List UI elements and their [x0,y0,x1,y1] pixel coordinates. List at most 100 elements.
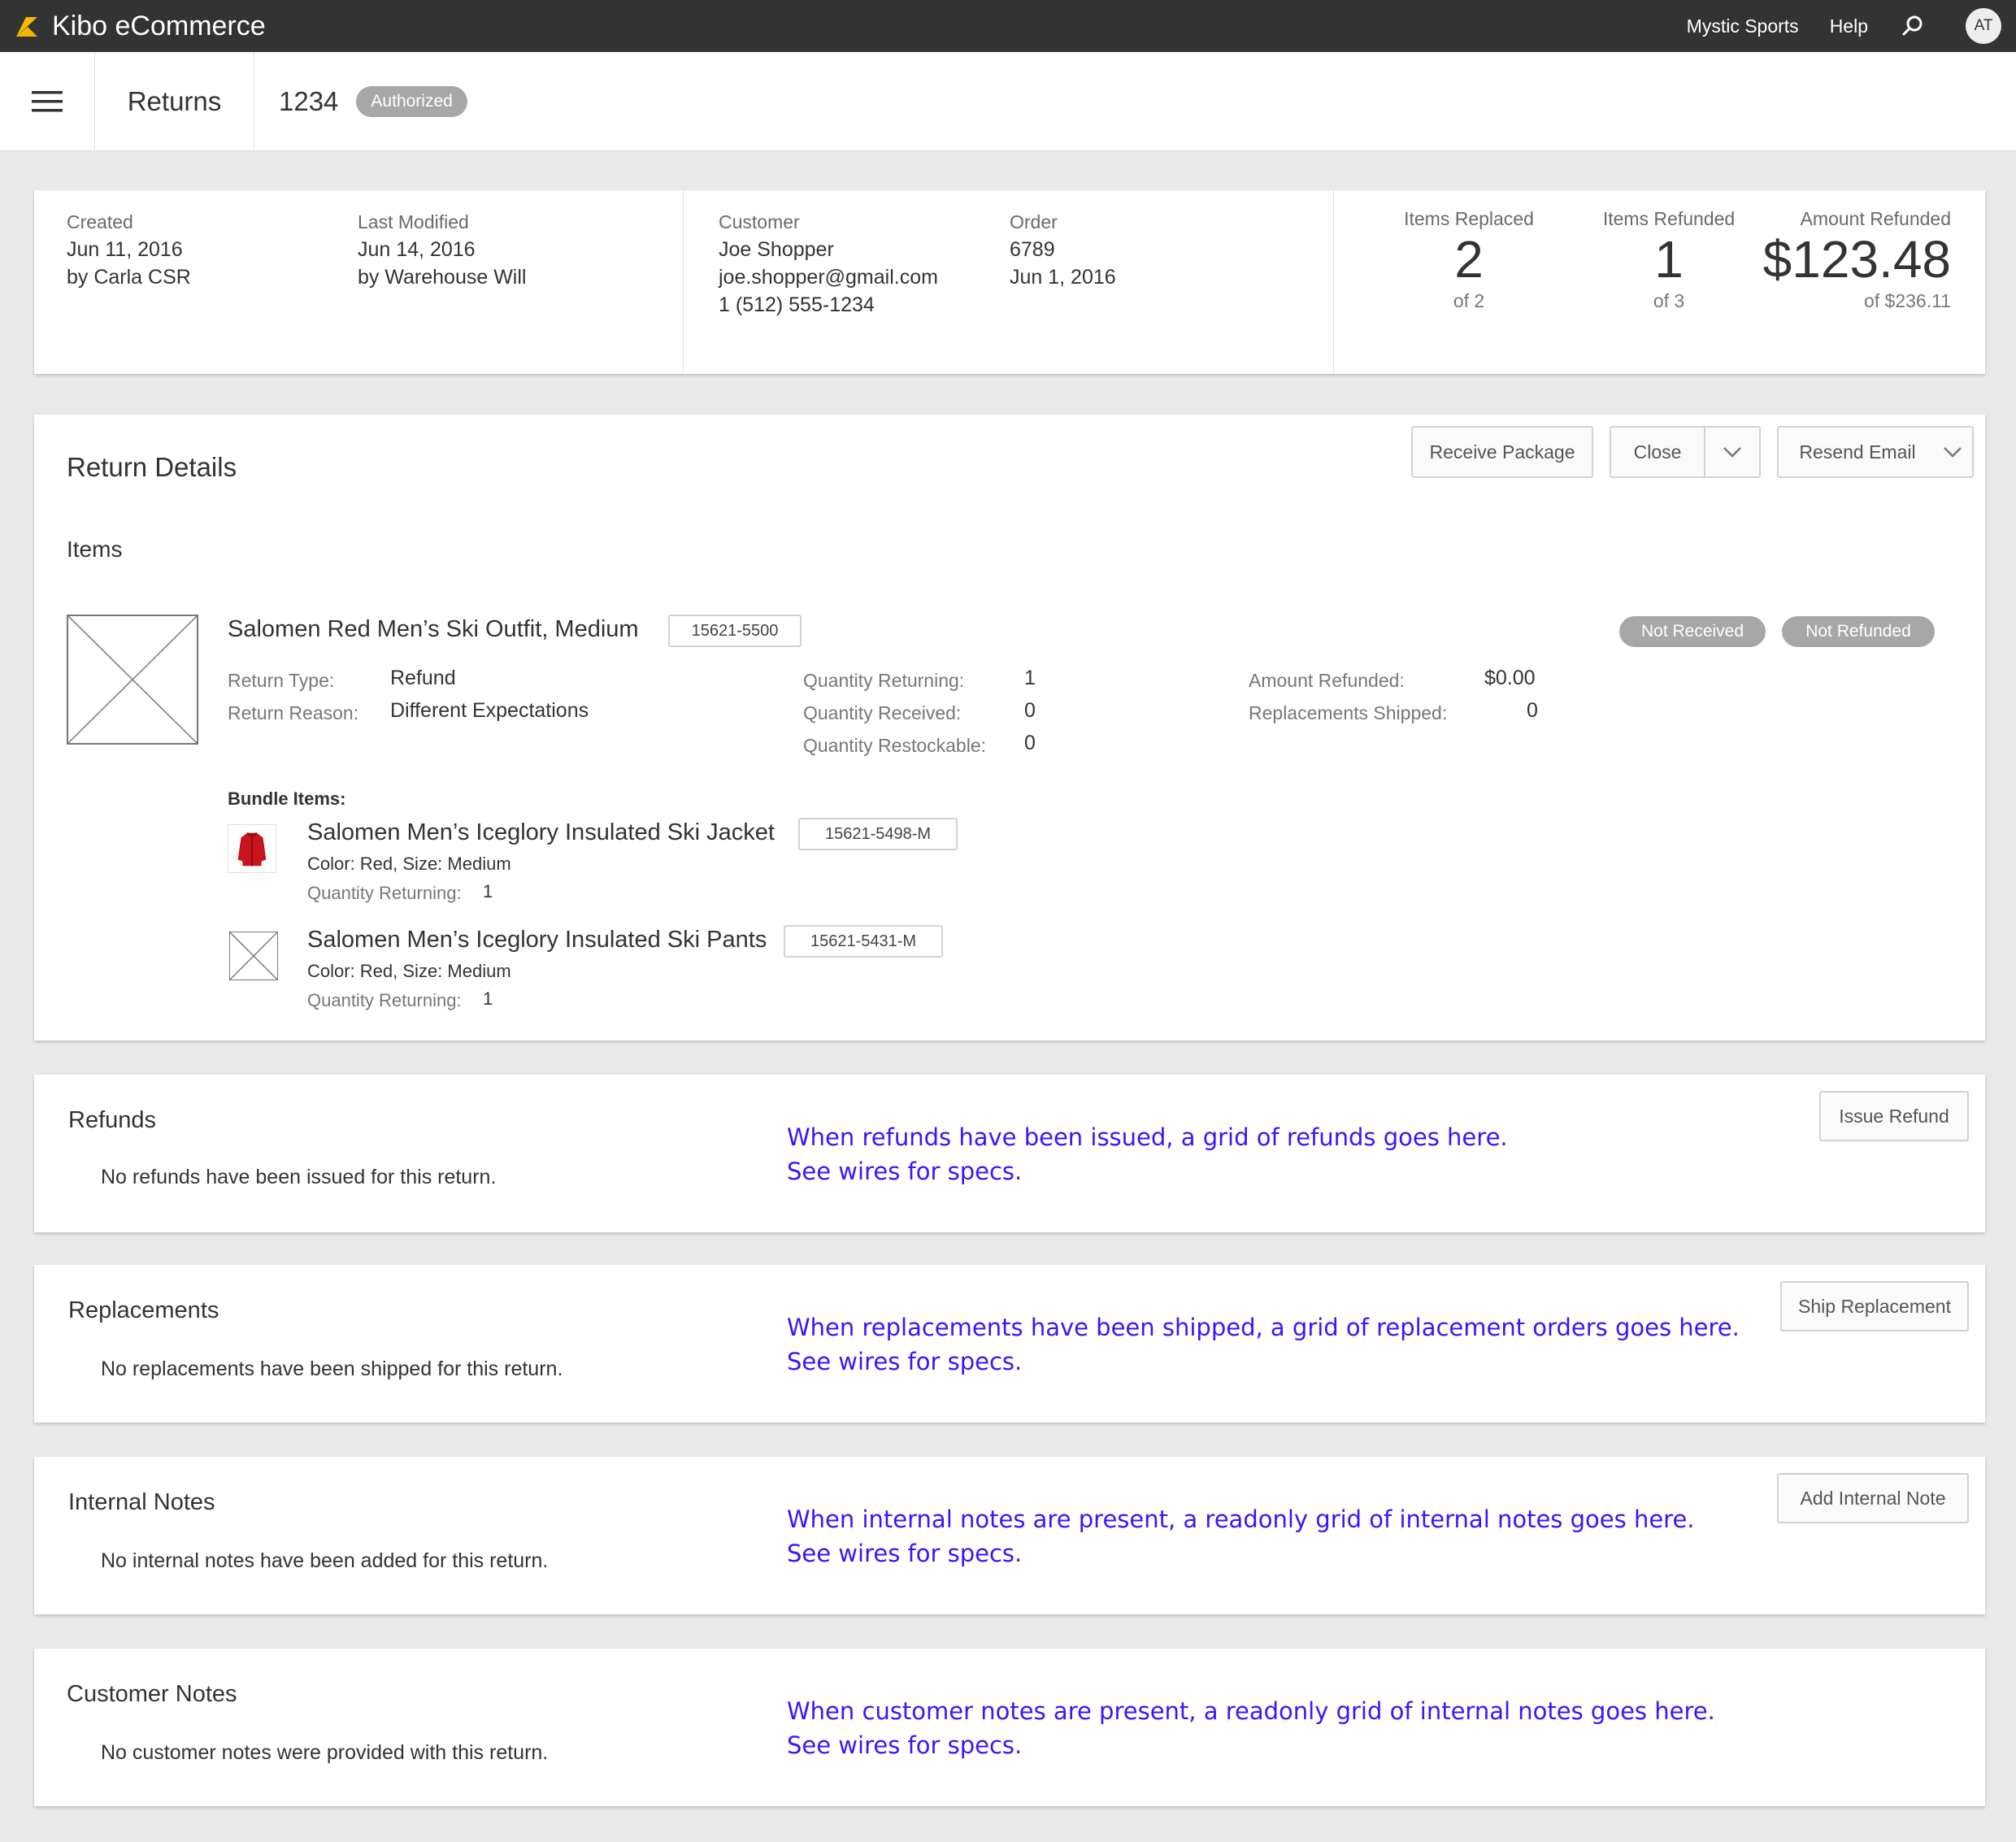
qty-returning-label: Quantity Returning: [803,670,965,691]
return-type-value: Refund [390,667,456,689]
created-date: Jun 11, 2016 [67,238,183,261]
items-replaced-of: of 2 [1453,290,1485,311]
placeholder-image-icon [229,932,278,980]
kibo-logo-icon [16,17,37,37]
sku-badge: 15621-5500 [668,615,802,647]
hamburger-icon [32,90,63,111]
top-bar: Kibo eCommerce Mystic Sports Help AT [0,0,2016,52]
section-title: Internal Notes [68,1489,215,1515]
customer-email[interactable]: joe.shopper@gmail.com [719,263,938,291]
help-link[interactable]: Help [1830,15,1868,37]
customer-phone: 1 (512) 555-1234 [719,293,875,316]
section-title: Refunds [68,1107,157,1133]
chevron-down-icon[interactable] [1936,428,1969,476]
avatar[interactable]: AT [1966,8,2001,44]
return-reason-value: Different Expectations [390,699,589,722]
items-refunded-label: Items Refunded [1602,208,1736,229]
amount-refunded-value: $0.00 [1484,667,1536,689]
section-title: Replacements [68,1297,219,1323]
bundle-item-name[interactable]: Salomen Men’s Iceglory Insulated Ski Jac… [307,819,775,846]
brand[interactable]: Kibo eCommerce [15,11,266,42]
bundle-item-name[interactable]: Salomen Men’s Iceglory Insulated Ski Pan… [307,927,767,954]
close-button-label[interactable]: Close [1611,428,1704,476]
items-replaced-stat: Items Replaced 2 of 2 [1367,208,1571,313]
annotation-line: When replacements have been shipped, a g… [787,1314,1740,1341]
wireframe-annotation: When customer notes are present, a reado… [787,1694,1715,1762]
amount-refunded-label: Amount Refunded: [1249,670,1405,691]
order-number[interactable]: 6789 [1010,236,1116,263]
bundle-qty-value: 1 [483,988,493,1009]
receive-package-button[interactable]: Receive Package [1411,426,1593,478]
bundle-qty-value: 1 [483,881,493,901]
wireframe-annotation: When refunds have been issued, a grid of… [787,1120,1508,1188]
modified-label: Last Modified [358,211,469,232]
modified-info: Last Modified Jun 14, 2016 by Warehouse … [358,208,526,291]
menu-button[interactable] [0,51,95,151]
divider [1333,190,1334,374]
search-icon[interactable] [1901,14,1925,38]
empty-message: No refunds have been issued for this ret… [101,1166,497,1188]
created-info: Created Jun 11, 2016 by Carla CSR [67,208,191,291]
summary-card: Created Jun 11, 2016 by Carla CSR Last M… [34,190,1985,374]
refunds-card: Refunds No refunds have been issued for … [34,1075,1985,1232]
created-label: Created [67,211,133,232]
return-type-label: Return Type: [228,670,335,691]
annotation-line: See wires for specs. [787,1540,1023,1567]
items-heading: Items [67,537,123,562]
return-id: 1234 [279,85,339,116]
replacements-card: Replacements No replacements have been s… [34,1265,1985,1423]
qty-returning-value: 1 [1024,667,1036,689]
amount-refunded-value: $123.48 [1762,230,1951,289]
item-name[interactable]: Salomen Red Men’s Ski Outfit, Medium [228,616,639,643]
jacket-image [228,824,276,873]
resend-email-button[interactable]: Resend Email [1777,426,1974,478]
wireframe-annotation: When internal notes are present, a reado… [787,1502,1695,1570]
internal-notes-card: Internal Notes No internal notes have be… [34,1457,1985,1614]
order-label: Order [1010,211,1058,232]
amount-refunded-stat: Amount Refunded $123.48 of $236.11 [1741,208,1951,313]
order-date: Jun 1, 2016 [1010,266,1116,289]
not-refunded-badge: Not Refunded [1782,616,1935,647]
section-title: Return Details [67,452,237,482]
order-info: Order 6789 Jun 1, 2016 [1010,208,1116,291]
status-badge: Authorized [356,85,467,117]
replacements-shipped-label: Replacements Shipped: [1249,702,1448,723]
section-title: Customer Notes [67,1681,237,1707]
qty-restockable-value: 0 [1024,732,1036,754]
close-button[interactable]: Close [1610,426,1761,478]
annotation-line: See wires for specs. [787,1348,1023,1375]
chevron-down-icon[interactable] [1704,428,1759,476]
add-internal-note-button[interactable]: Add Internal Note [1777,1473,1969,1523]
return-reason-label: Return Reason: [228,702,359,723]
items-replaced-label: Items Replaced [1404,208,1534,229]
amount-refunded-label: Amount Refunded [1800,208,1951,229]
empty-message: No internal notes have been added for th… [101,1549,549,1572]
page-title[interactable]: Returns [95,51,254,151]
bundle-qty-label: Quantity Returning: [307,990,462,1010]
items-refunded-of: of 3 [1653,290,1685,311]
not-received-badge: Not Received [1619,616,1766,647]
resend-email-label[interactable]: Resend Email [1779,428,1936,476]
bundle-heading: Bundle Items: [228,788,346,809]
issue-refund-button[interactable]: Issue Refund [1819,1091,1969,1141]
ship-replacement-button[interactable]: Ship Replacement [1780,1281,1969,1332]
customer-name[interactable]: Joe Shopper [719,236,938,263]
customer-notes-card: Customer Notes No customer notes were pr… [34,1649,1985,1806]
return-details-card: Return Details Receive Package Close Res… [34,415,1985,1040]
qty-restockable-label: Quantity Restockable: [803,735,987,756]
customer-label: Customer [719,211,800,232]
wireframe-annotation: When replacements have been shipped, a g… [787,1310,1740,1379]
bundle-sku-badge: 15621-5431-M [784,925,943,958]
qty-received-value: 0 [1024,699,1036,722]
replacements-shipped-value: 0 [1527,699,1538,722]
annotation-line: See wires for specs. [787,1731,1023,1759]
qty-received-label: Quantity Received: [803,702,962,723]
empty-message: No customer notes were provided with thi… [101,1741,549,1764]
annotation-line: When internal notes are present, a reado… [787,1505,1695,1533]
annotation-line: When customer notes are present, a reado… [787,1697,1715,1725]
customer-info: Customer Joe Shopper joe.shopper@gmail.c… [719,208,938,319]
tenant-link[interactable]: Mystic Sports [1687,15,1799,37]
empty-message: No replacements have been shipped for th… [101,1358,563,1380]
items-refunded-value: 1 [1654,230,1684,289]
bundle-sku-badge: 15621-5498-M [798,818,958,850]
